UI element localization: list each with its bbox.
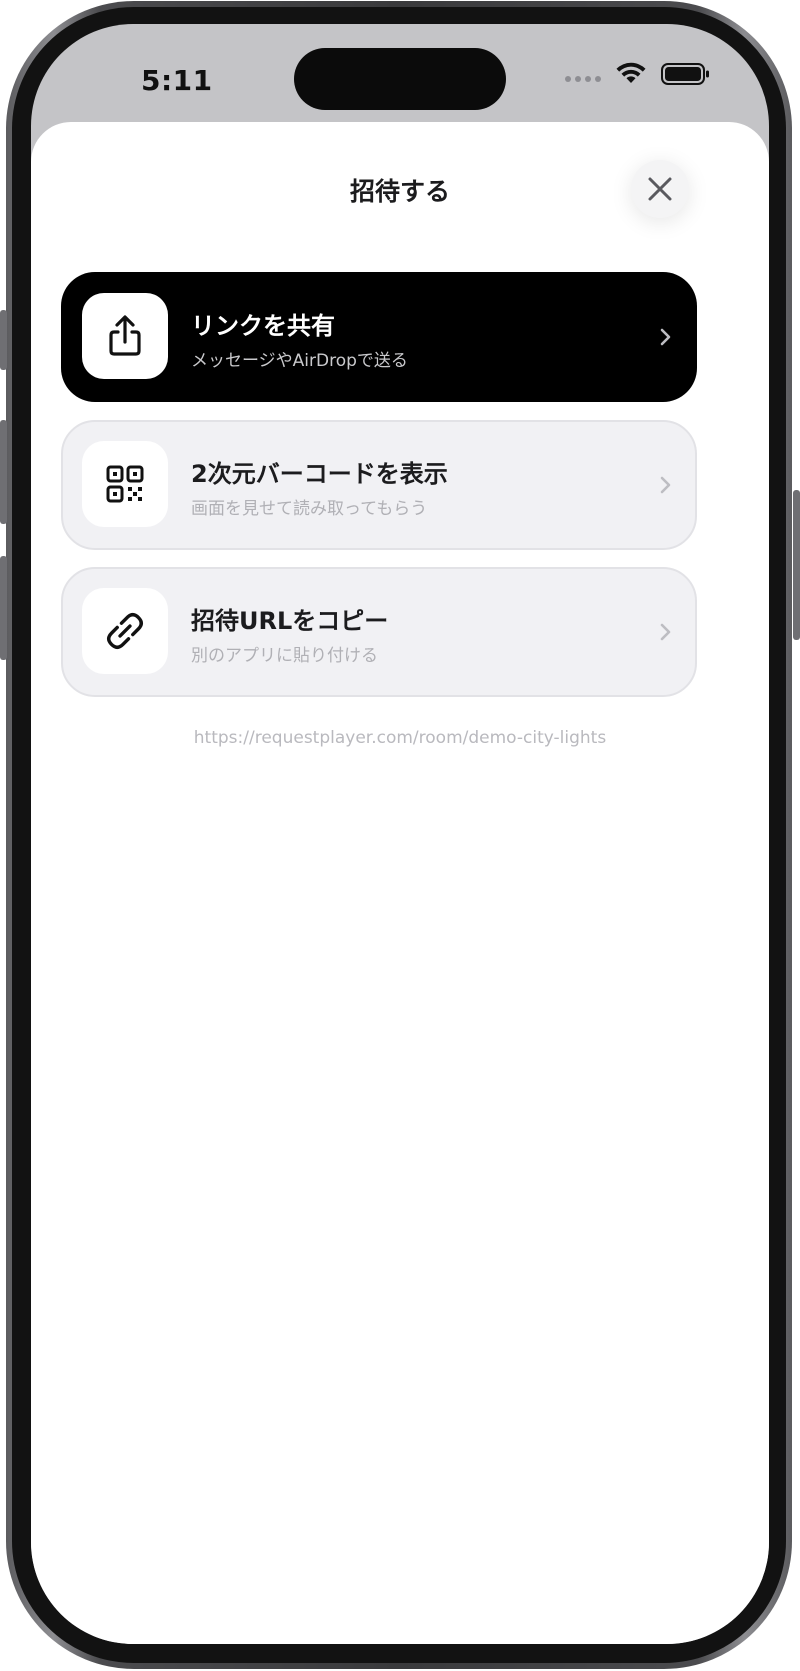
qr-code-icon-tile (82, 441, 168, 527)
wifi-icon (616, 62, 646, 83)
show-qr-code-title: 2次元バーコードを表示 (191, 460, 448, 488)
status-time: 5:11 (141, 64, 213, 97)
show-qr-code-subtitle: 画面を見せて読み取ってもらう (191, 499, 428, 519)
qr-code-icon (106, 465, 144, 503)
share-icon-tile (82, 293, 168, 379)
volume-up-button (0, 420, 7, 524)
battery-icon (661, 63, 709, 85)
dynamic-island (294, 48, 506, 110)
share-icon (109, 315, 141, 356)
screen: 5:11 招待する リンクを共有 メッセージやAirDropで送る 2次元バーコ… (31, 24, 769, 1644)
close-icon (648, 177, 672, 201)
signal-dots-icon (565, 76, 601, 82)
show-qr-code-option[interactable]: 2次元バーコードを表示 画面を見せて読み取ってもらう (61, 420, 697, 550)
power-button (793, 490, 800, 640)
share-link-option[interactable]: リンクを共有 メッセージやAirDropで送る (61, 272, 697, 402)
copy-invite-url-title: 招待URLをコピー (191, 607, 389, 635)
chevron-right-icon (660, 476, 671, 494)
chevron-right-icon (660, 328, 671, 346)
link-icon-tile (82, 588, 168, 674)
status-bar: 5:11 (31, 24, 769, 134)
copy-invite-url-option[interactable]: 招待URLをコピー 別のアプリに貼り付ける (61, 567, 697, 697)
invite-url-text: https://requestplayer.com/room/demo-city… (193, 728, 607, 748)
chevron-right-icon (660, 623, 671, 641)
share-link-subtitle: メッセージやAirDropで送る (191, 351, 408, 371)
status-icons (565, 62, 711, 86)
close-button[interactable] (631, 160, 689, 218)
copy-invite-url-subtitle: 別のアプリに貼り付ける (191, 646, 378, 666)
action-button (0, 310, 7, 370)
volume-down-button (0, 556, 7, 660)
link-icon (107, 613, 143, 649)
share-link-title: リンクを共有 (191, 312, 335, 340)
invite-sheet: 招待する リンクを共有 メッセージやAirDropで送る 2次元バーコードを表示… (31, 122, 769, 1644)
